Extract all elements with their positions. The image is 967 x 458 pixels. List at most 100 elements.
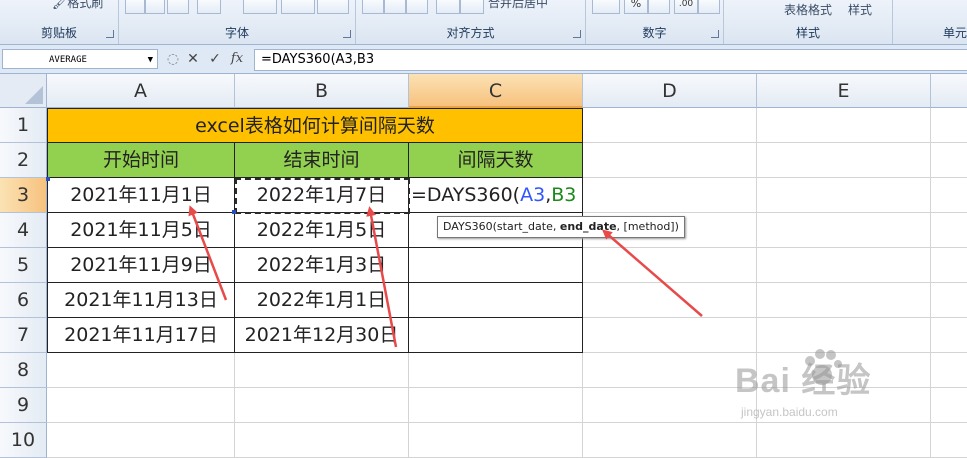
empty-cell[interactable] [409, 423, 583, 458]
empty-cell[interactable] [235, 353, 409, 388]
phonetic-button[interactable] [317, 0, 349, 14]
row-header-9[interactable]: 9 [0, 388, 47, 423]
empty-cell[interactable] [583, 143, 757, 178]
align-right-button[interactable] [406, 0, 428, 14]
cell-a7[interactable]: 2021年11月17日 [47, 318, 235, 353]
empty-cell[interactable] [757, 143, 931, 178]
clipboard-launcher-icon[interactable] [106, 30, 114, 38]
align-center-button[interactable] [384, 0, 406, 14]
empty-cell[interactable] [235, 423, 409, 458]
row-header-5[interactable]: 5 [0, 248, 47, 283]
cell-a6[interactable]: 2021年11月13日 [47, 283, 235, 318]
increase-decimal-button[interactable]: .00 [674, 0, 698, 14]
header-end-date[interactable]: 结束时间 [235, 143, 409, 178]
font-color-button[interactable] [281, 0, 315, 14]
empty-cell[interactable] [757, 283, 931, 318]
empty-cell[interactable] [47, 388, 235, 423]
column-header-c[interactable]: C [409, 74, 583, 108]
table-format-button[interactable]: 表格格式 [784, 1, 832, 18]
row-header-6[interactable]: 6 [0, 283, 47, 318]
header-start-date[interactable]: 开始时间 [47, 143, 235, 178]
cell-c6[interactable] [409, 283, 583, 318]
cell-a3[interactable]: 2021年11月1日 [47, 178, 235, 213]
currency-button[interactable] [592, 0, 620, 14]
column-header-b[interactable]: B [235, 74, 409, 108]
header-interval-days[interactable]: 间隔天数 [409, 143, 583, 178]
empty-cell[interactable] [409, 353, 583, 388]
empty-cell[interactable] [583, 248, 757, 283]
comma-button[interactable] [648, 0, 670, 14]
row-header-10[interactable]: 10 [0, 423, 47, 458]
name-box[interactable]: AVERAGE ▼ [2, 49, 158, 69]
indent-button[interactable] [436, 0, 460, 14]
row-header-7[interactable]: 7 [0, 318, 47, 353]
empty-cell[interactable] [583, 318, 757, 353]
empty-cell[interactable] [757, 108, 931, 143]
empty-cell[interactable] [757, 248, 931, 283]
empty-cell[interactable] [47, 353, 235, 388]
row-header-8[interactable]: 8 [0, 353, 47, 388]
empty-cell[interactable] [583, 283, 757, 318]
row-header-4[interactable]: 4 [0, 213, 47, 248]
empty-cell[interactable] [931, 248, 967, 283]
cell-c3-editing[interactable]: =DAYS360(A3,B3 [409, 178, 583, 213]
range-handle-icon[interactable] [232, 210, 236, 214]
bold-button[interactable] [125, 0, 145, 14]
empty-cell[interactable] [931, 213, 967, 248]
cell-b3[interactable]: 2022年1月7日 [235, 178, 409, 213]
empty-cell[interactable] [931, 143, 967, 178]
italic-button[interactable] [145, 0, 165, 14]
empty-cell[interactable] [757, 213, 931, 248]
row-header-3[interactable]: 3 [0, 178, 47, 213]
enter-icon[interactable]: ✓ [206, 50, 224, 68]
cell-a4[interactable]: 2021年11月5日 [47, 213, 235, 248]
table-title-cell[interactable]: excel表格如何计算间隔天数 [47, 108, 583, 143]
empty-cell[interactable] [583, 353, 757, 388]
column-header-f[interactable] [931, 74, 967, 108]
empty-cell[interactable] [583, 423, 757, 458]
empty-cell[interactable] [931, 283, 967, 318]
cancel-icon[interactable]: ✕ [184, 50, 202, 68]
column-header-a[interactable]: A [47, 74, 235, 108]
empty-cell[interactable] [409, 388, 583, 423]
fill-color-button[interactable] [243, 0, 277, 14]
insert-function-icon[interactable]: fx [228, 50, 246, 68]
empty-cell[interactable] [583, 108, 757, 143]
cell-style-button[interactable]: 样式 [848, 1, 872, 18]
range-handle-icon[interactable] [46, 177, 50, 181]
cell-b7[interactable]: 2021年12月30日 [235, 318, 409, 353]
select-all-corner[interactable] [0, 74, 47, 108]
cell-a5[interactable]: 2021年11月9日 [47, 248, 235, 283]
row-header-2[interactable]: 2 [0, 143, 47, 178]
formula-input[interactable]: =DAYS360(A3,B3 [254, 49, 967, 71]
border-button[interactable] [197, 0, 221, 14]
cell-c7[interactable] [409, 318, 583, 353]
cell-c5[interactable] [409, 248, 583, 283]
cell-b4[interactable]: 2022年1月5日 [235, 213, 409, 248]
name-box-dropdown-icon[interactable]: ▼ [148, 50, 153, 70]
underline-button[interactable] [167, 0, 189, 14]
empty-cell[interactable] [757, 178, 931, 213]
formula-bar-handle-icon[interactable]: ◌ [164, 50, 182, 68]
empty-cell[interactable] [583, 388, 757, 423]
font-group-label: 字体 [224, 26, 249, 40]
percent-button[interactable]: % [624, 0, 648, 14]
empty-cell[interactable] [47, 423, 235, 458]
alignment-launcher-icon[interactable] [573, 30, 581, 38]
font-launcher-icon[interactable] [343, 30, 351, 38]
align-left-button[interactable] [362, 0, 384, 14]
column-header-d[interactable]: D [583, 74, 757, 108]
cell-b5[interactable]: 2022年1月3日 [235, 248, 409, 283]
column-header-e[interactable]: E [757, 74, 931, 108]
row-header-1[interactable]: 1 [0, 108, 47, 143]
number-launcher-icon[interactable] [711, 30, 719, 38]
decrease-decimal-button[interactable] [698, 0, 720, 14]
outdent-button[interactable] [460, 0, 484, 14]
empty-cell[interactable] [235, 388, 409, 423]
empty-cell[interactable] [931, 178, 967, 213]
cell-b6[interactable]: 2022年1月1日 [235, 283, 409, 318]
empty-cell[interactable] [583, 178, 757, 213]
format-painter-button[interactable]: 🖌格式刷 [52, 0, 103, 11]
empty-cell[interactable] [931, 108, 967, 143]
merge-center-button[interactable]: 合并后居中 [488, 0, 548, 11]
